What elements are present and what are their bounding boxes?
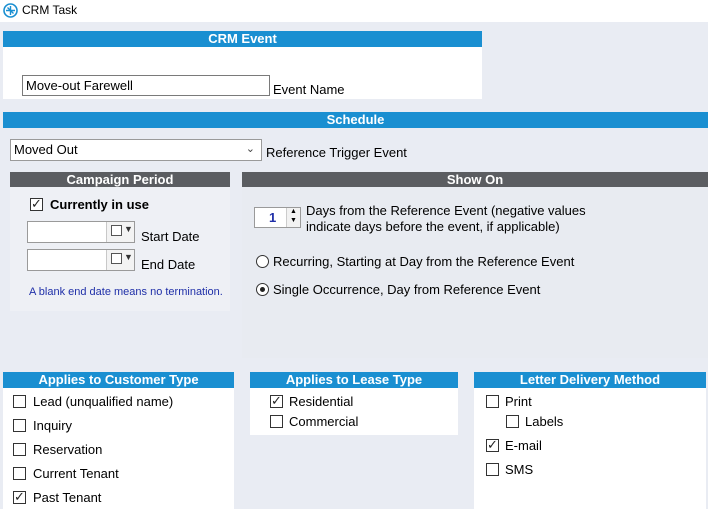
checkbox-box[interactable] xyxy=(13,419,26,432)
radio-selected-dot xyxy=(260,287,265,292)
delivery-method-header: Letter Delivery Method xyxy=(474,372,706,388)
days-spinner[interactable]: 1 ▲ ▼ xyxy=(254,207,301,228)
recurring-label: Recurring, Starting at Day from the Refe… xyxy=(273,254,575,269)
checkbox-box[interactable] xyxy=(13,395,26,408)
checkbox-label: Labels xyxy=(525,414,564,429)
checkbox-label: E-mail xyxy=(505,438,542,453)
customer-type-header: Applies to Customer Type xyxy=(3,372,234,388)
calendar-icon xyxy=(111,225,122,236)
checkbox-label: Inquiry xyxy=(33,418,73,433)
start-date-label: Start Date xyxy=(141,229,200,244)
days-label-line2: indicate days before the event, if appli… xyxy=(306,219,560,234)
event-name-input[interactable]: Move-out Farewell xyxy=(22,75,270,96)
checkbox-box[interactable] xyxy=(486,463,499,476)
reference-trigger-label: Reference Trigger Event xyxy=(266,145,407,160)
end-date-picker[interactable]: ▼ xyxy=(27,249,135,271)
show-on-header: Show On xyxy=(242,172,708,187)
checkbox-label: Commercial xyxy=(289,414,359,429)
check-icon: ✓ xyxy=(14,489,25,504)
currently-in-use-label: Currently in use xyxy=(50,197,149,212)
customer-type-panel: Applies to Customer Type Lead (unqualifi… xyxy=(3,372,234,509)
campaign-period-panel: Campaign Period ✓ Currently in use ▼ Sta… xyxy=(10,172,230,311)
calendar-button[interactable]: ▼ xyxy=(106,222,134,242)
checkbox-label: Current Tenant xyxy=(33,466,119,481)
crm-event-header: CRM Event xyxy=(3,31,482,47)
checkbox-box[interactable]: ✓ xyxy=(486,437,499,452)
event-name-label: Event Name xyxy=(273,82,345,97)
checkbox-box[interactable]: ✓ xyxy=(30,196,43,211)
crm-event-panel: CRM Event Move-out Farewell Event Name xyxy=(3,31,482,99)
checkbox-box[interactable] xyxy=(486,395,499,408)
single-occurrence-radio[interactable] xyxy=(256,283,269,296)
checkbox-label: Print xyxy=(505,394,532,409)
start-date-picker[interactable]: ▼ xyxy=(27,221,135,243)
checkbox-box[interactable]: ✓ xyxy=(13,489,26,504)
checkbox-label: Reservation xyxy=(33,442,103,457)
checkbox-box[interactable]: ✓ xyxy=(270,393,283,408)
show-on-panel: Show On 1 ▲ ▼ Days from the Reference Ev… xyxy=(242,172,708,358)
window-title: CRM Task xyxy=(22,3,78,17)
checkbox-box[interactable] xyxy=(270,415,283,428)
spin-down-icon[interactable]: ▼ xyxy=(290,217,297,224)
days-label-line1: Days from the Reference Event (negative … xyxy=(306,203,586,218)
check-icon: ✓ xyxy=(31,196,42,211)
calendar-icon xyxy=(111,253,122,264)
check-icon: ✓ xyxy=(487,437,498,452)
reference-trigger-value: Moved Out xyxy=(14,142,78,157)
days-value[interactable]: 1 xyxy=(269,210,276,225)
checkbox-label: SMS xyxy=(505,462,534,477)
checkbox-label: Residential xyxy=(289,394,354,409)
spin-buttons[interactable]: ▲ ▼ xyxy=(286,208,300,227)
spin-up-icon[interactable]: ▲ xyxy=(290,208,297,215)
title-bar: CRM Task xyxy=(0,0,708,22)
chevron-down-icon: ⌄ xyxy=(245,143,255,155)
end-date-label: End Date xyxy=(141,257,196,272)
campaign-period-header: Campaign Period xyxy=(10,172,230,187)
check-icon: ✓ xyxy=(271,393,282,408)
lease-type-panel: Applies to Lease Type ✓ Residential Comm… xyxy=(250,372,458,435)
single-occurrence-label: Single Occurrence, Day from Reference Ev… xyxy=(273,282,541,297)
end-date-note: A blank end date means no termination. xyxy=(29,286,223,298)
checkbox-label: Lead (unqualified name) xyxy=(33,394,174,409)
reference-trigger-select[interactable]: Moved Out ⌄ xyxy=(10,139,262,161)
delivery-method-panel: Letter Delivery Method Print Labels ✓ E-… xyxy=(474,372,706,509)
checkbox-box[interactable] xyxy=(13,467,26,480)
checkbox-box[interactable] xyxy=(13,443,26,456)
lease-type-header: Applies to Lease Type xyxy=(250,372,458,388)
calendar-button[interactable]: ▼ xyxy=(106,250,134,270)
schedule-header: Schedule xyxy=(3,112,708,128)
dropdown-arrow-icon: ▼ xyxy=(124,224,133,234)
dropdown-arrow-icon: ▼ xyxy=(124,252,133,262)
app-icon xyxy=(3,3,18,18)
checkbox-box[interactable] xyxy=(506,415,519,428)
recurring-radio[interactable] xyxy=(256,255,269,268)
checkbox-label: Past Tenant xyxy=(33,490,102,505)
